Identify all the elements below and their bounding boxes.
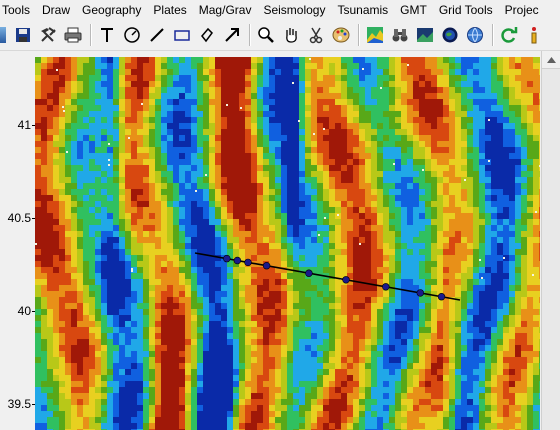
shaded-relief-icon[interactable]: [364, 23, 386, 47]
toolbar-edge-icon: [0, 27, 6, 43]
compass-icon[interactable]: [121, 23, 143, 47]
toolbar-separator: [358, 24, 360, 46]
profile-vertex[interactable]: [244, 258, 252, 267]
palette-icon[interactable]: [330, 23, 352, 47]
menu-geography[interactable]: Geography: [76, 0, 147, 20]
arrow-icon[interactable]: [221, 23, 243, 47]
toolbar-separator: [492, 24, 494, 46]
menu-bar: Tools Draw Geography Plates Mag/Grav Sei…: [0, 0, 560, 20]
profile-vertex[interactable]: [437, 293, 446, 301]
y-tick-label: 39.5: [7, 397, 31, 411]
menu-mag-grav[interactable]: Mag/Grav: [193, 0, 258, 20]
toolbar: [0, 20, 560, 51]
menu-gmt[interactable]: GMT: [394, 0, 433, 20]
chevron-up-icon: [547, 56, 556, 63]
toolbar-separator: [90, 24, 92, 46]
grid-map[interactable]: [35, 57, 540, 430]
earth-icon[interactable]: [439, 23, 461, 47]
globe-icon[interactable]: [464, 23, 486, 47]
menu-tools[interactable]: Tools: [0, 0, 36, 20]
rectangle-icon[interactable]: [171, 23, 193, 47]
profile-vertex[interactable]: [342, 276, 350, 284]
grid-map-canvas[interactable]: [35, 57, 540, 430]
menu-projections[interactable]: Projec: [499, 0, 545, 20]
menu-draw[interactable]: Draw: [36, 0, 76, 20]
profile-vertex[interactable]: [305, 269, 313, 277]
zoom-icon[interactable]: [255, 23, 277, 47]
polygon-icon[interactable]: [196, 23, 218, 47]
menu-tsunamis[interactable]: Tsunamis: [331, 0, 394, 20]
y-tick-label: 41: [17, 118, 31, 132]
profile-vertex[interactable]: [416, 289, 424, 297]
topography-stripes: [35, 57, 540, 430]
text-icon[interactable]: [96, 23, 118, 47]
plot-region: 41 40.5 40 39.5: [0, 51, 560, 430]
y-tick-label: 40.5: [7, 211, 31, 225]
profile-vertex[interactable]: [223, 254, 231, 263]
toolbar-separator: [249, 24, 251, 46]
profile-vertex[interactable]: [382, 283, 390, 291]
scroll-up-button[interactable]: [542, 51, 560, 69]
pan-hand-icon[interactable]: [280, 23, 302, 47]
profile-vertex[interactable]: [233, 256, 242, 265]
line-icon[interactable]: [146, 23, 168, 47]
menu-grid-tools[interactable]: Grid Tools: [433, 0, 499, 20]
scissors-icon[interactable]: [305, 23, 327, 47]
refresh-icon[interactable]: [498, 23, 520, 47]
menu-plates[interactable]: Plates: [147, 0, 192, 20]
hammer-pick-icon[interactable]: [37, 23, 59, 47]
menu-seismology[interactable]: Seismology: [257, 0, 331, 20]
save-icon[interactable]: [12, 23, 34, 47]
vertical-scrollbar[interactable]: [541, 51, 560, 430]
y-tick-label: 40: [17, 304, 31, 318]
print-icon[interactable]: [62, 23, 84, 47]
binoculars-icon[interactable]: [389, 23, 411, 47]
info-icon[interactable]: [523, 23, 545, 47]
image-icon[interactable]: [414, 23, 436, 47]
profile-vertex[interactable]: [262, 262, 271, 270]
